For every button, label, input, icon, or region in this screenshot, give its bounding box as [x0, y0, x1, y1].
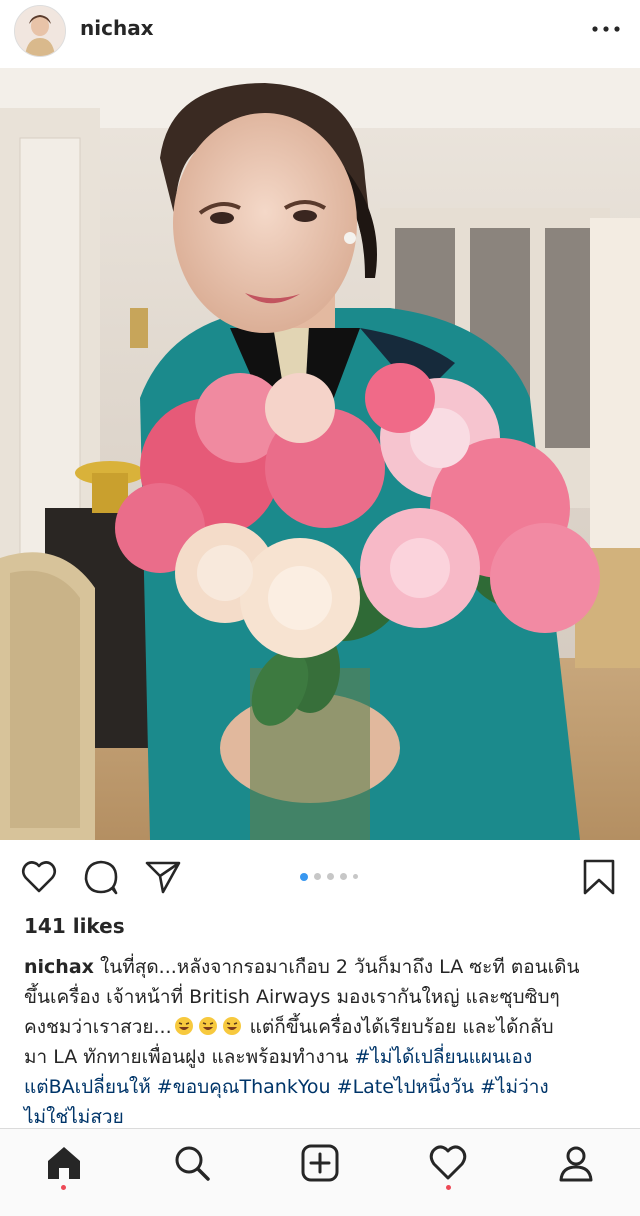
carousel-dot: [353, 874, 358, 879]
avatar-image: [15, 6, 65, 56]
activity-heart-icon[interactable]: [428, 1143, 468, 1183]
post-header: nichax: [0, 0, 640, 68]
comment-bubble-icon[interactable]: [82, 858, 120, 896]
activity-notification-dot: [446, 1185, 451, 1190]
carousel-dot: [340, 873, 347, 880]
hashtag-link[interactable]: #ไม่ได้เปลี่ยนแผนเอง: [354, 1046, 532, 1068]
home-icon[interactable]: [44, 1143, 84, 1183]
rolling-laughing-emoji: [174, 1017, 193, 1035]
rolling-laughing-emoji: [222, 1017, 241, 1035]
post-image: [0, 68, 640, 840]
hashtag-link[interactable]: #Lateไปหนึ่งวัน: [337, 1076, 474, 1098]
paper-plane-icon[interactable]: [144, 858, 182, 896]
search-icon[interactable]: [172, 1143, 212, 1183]
avatar[interactable]: [14, 5, 66, 57]
carousel-indicator: [300, 872, 358, 881]
new-post-icon[interactable]: [300, 1143, 340, 1183]
hashtag-link[interactable]: แต่BAเปลี่ยนให้: [24, 1076, 151, 1098]
more-options-icon[interactable]: [592, 26, 620, 32]
caption-text: แต่ก็ขึ้นเครื่องได้เรียบร้อย และได้กลับ: [243, 1016, 554, 1038]
caption-text: ในที่สุด...หลังจากรอมาเกือบ 2 วันก็มาถึง…: [99, 956, 580, 978]
carousel-dot: [314, 873, 321, 880]
bottom-navigation: [0, 1128, 640, 1216]
hashtag-link[interactable]: #ขอบคุณThankYou: [157, 1076, 331, 1098]
post-author-username[interactable]: nichax: [80, 16, 154, 40]
caption-author[interactable]: nichax: [24, 956, 94, 978]
profile-icon[interactable]: [556, 1143, 596, 1183]
home-active-indicator: [61, 1185, 66, 1190]
carousel-dot-active: [300, 872, 308, 881]
post-caption: nichax ในที่สุด...หลังจากรอมาเกือบ 2 วัน…: [24, 952, 624, 1132]
post-photo[interactable]: [0, 68, 640, 840]
caption-text: คงชมว่าเราสวย...: [24, 1016, 172, 1038]
hashtag-link[interactable]: #ไม่ว่าง: [480, 1076, 549, 1098]
likes-count[interactable]: 141 likes: [24, 914, 125, 938]
bookmark-icon[interactable]: [580, 858, 618, 896]
caption-text: มา LA ทักทายเพื่อนฝูง และพร้อมทำงาน: [24, 1046, 355, 1068]
carousel-dot: [327, 873, 334, 880]
hashtag-link[interactable]: ไม่ใช่ไม่สวย: [24, 1106, 124, 1128]
post-actions-bar: [0, 840, 640, 910]
rolling-laughing-emoji: [198, 1017, 217, 1035]
heart-outline-icon[interactable]: [20, 858, 58, 896]
caption-text: ขึ้นเครื่อง เจ้าหน้าที่ British Airways …: [24, 986, 560, 1008]
